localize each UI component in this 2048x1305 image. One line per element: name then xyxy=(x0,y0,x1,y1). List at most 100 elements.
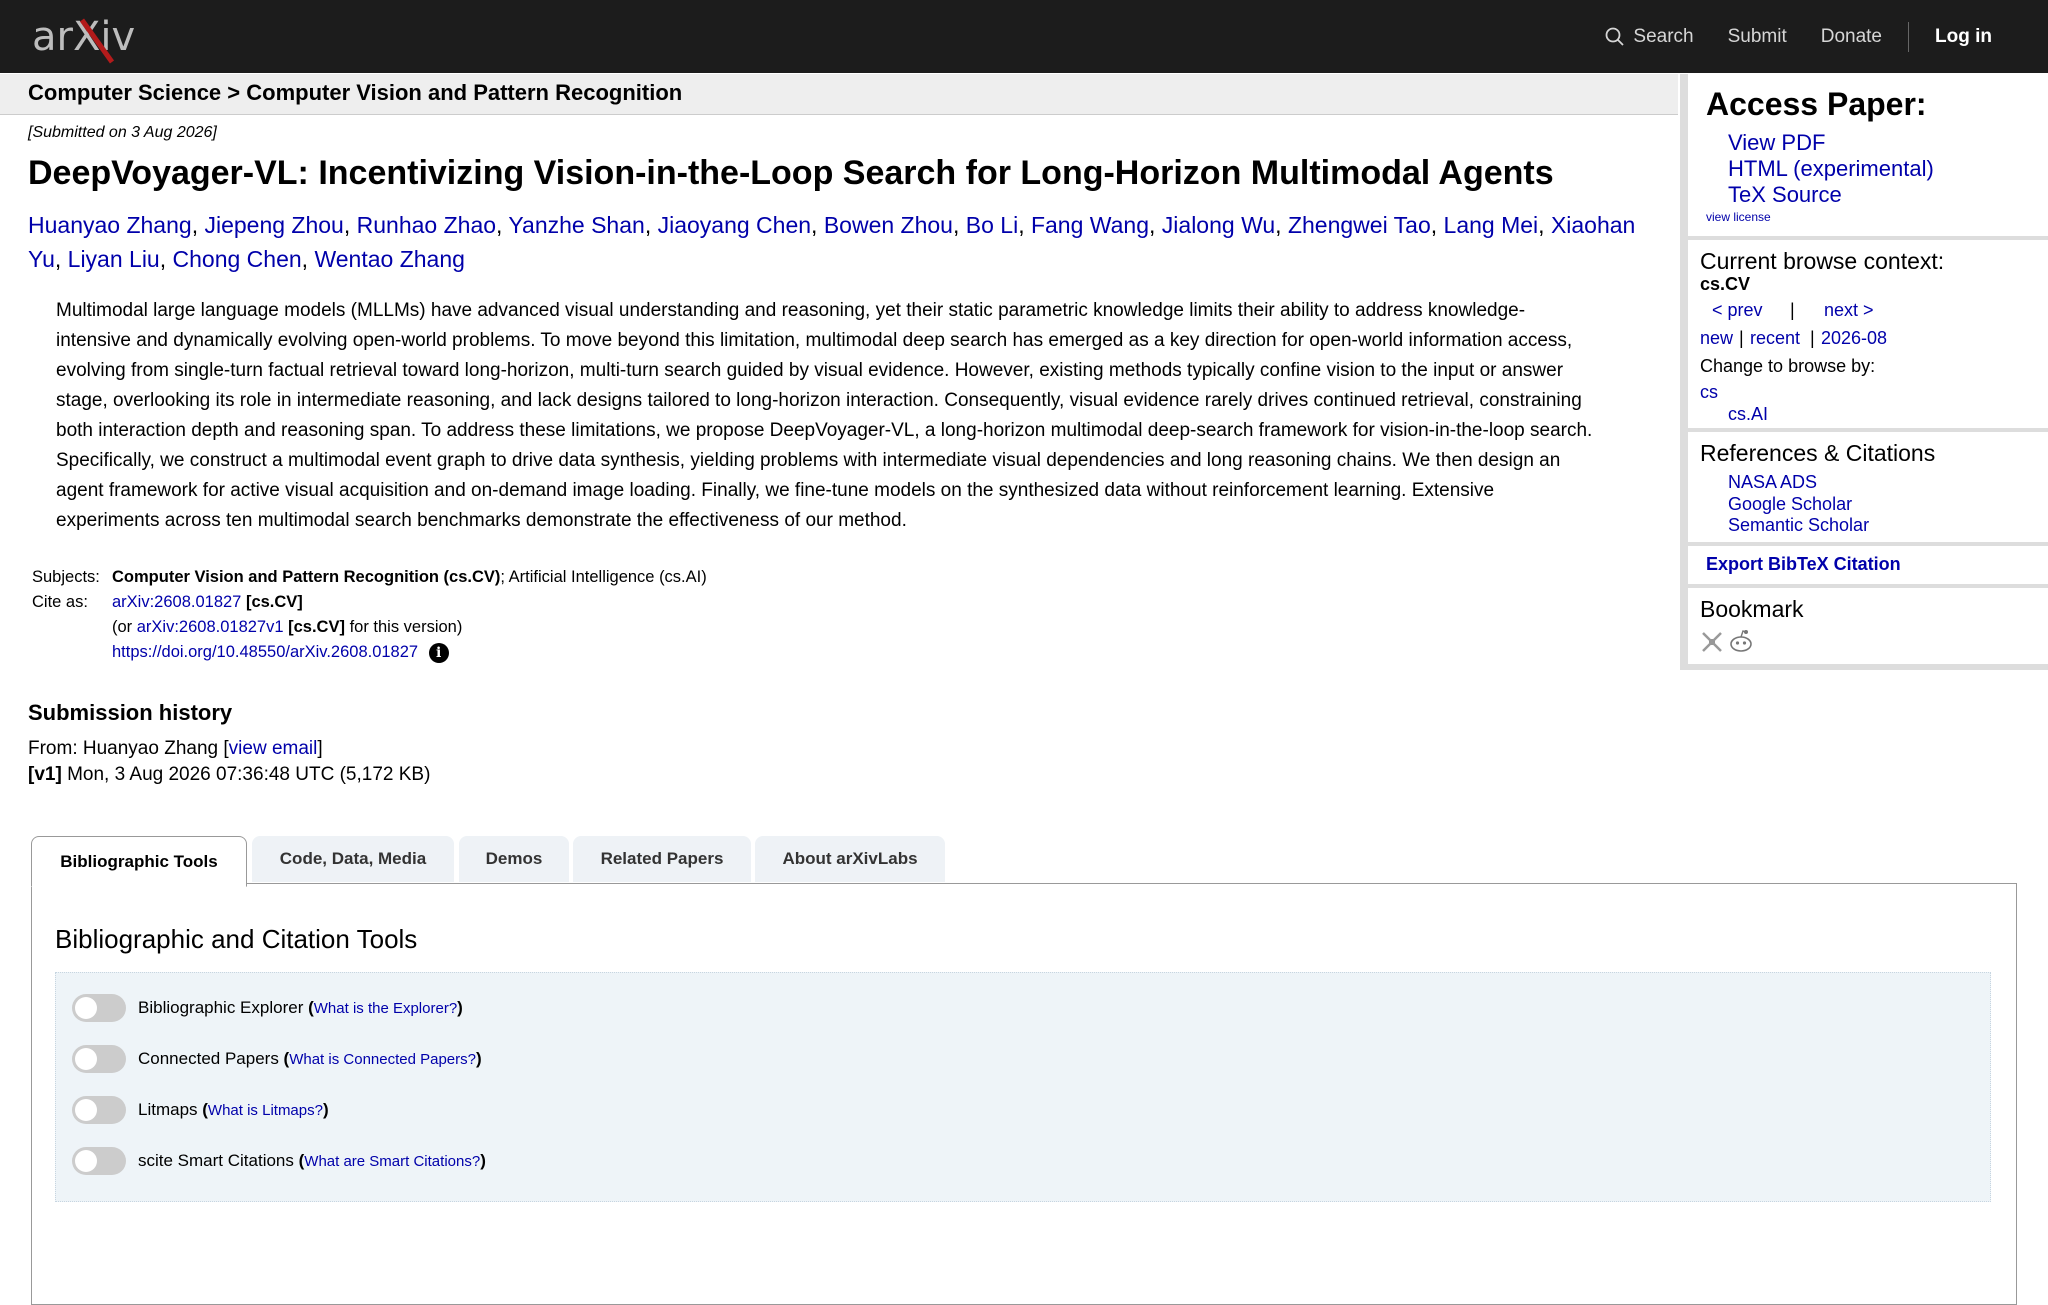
browse-context-heading: Current browse context: xyxy=(1700,248,1945,274)
view-pdf-link[interactable]: View PDF xyxy=(1728,130,1825,156)
author-link[interactable]: Bowen Zhou xyxy=(824,212,953,238)
tools-panel: Bibliographic and Citation Tools Bibliog… xyxy=(31,883,2017,1305)
other-subjects: ; Artificial Intelligence (cs.AI) xyxy=(500,568,707,586)
tab-bibliographic-tools[interactable]: Bibliographic Tools xyxy=(31,836,247,887)
top-nav: Search Submit Donate Log in xyxy=(1571,0,1992,73)
doi-link[interactable]: https://doi.org/10.48550/arXiv.2608.0182… xyxy=(112,643,418,661)
tool-row: scite Smart Citations (What are Smart Ci… xyxy=(72,1146,486,1176)
recent-link[interactable]: recent xyxy=(1750,328,1800,349)
month-link[interactable]: 2026-08 xyxy=(1821,328,1887,349)
login-button[interactable]: Log in xyxy=(1935,26,1992,48)
top-header: arXiv Search Submit Donate Log in xyxy=(0,0,2048,73)
view-email-link[interactable]: view email xyxy=(229,738,318,759)
new-link[interactable]: new xyxy=(1700,328,1733,349)
semantic-scholar-link[interactable]: Semantic Scholar xyxy=(1728,515,1869,536)
tools-list: Bibliographic Explorer (What is the Expl… xyxy=(55,972,1991,1202)
abstract: Multimodal large language models (MLLMs)… xyxy=(56,296,1656,536)
author-link[interactable]: Bo Li xyxy=(966,212,1018,238)
author-link[interactable]: Chong Chen xyxy=(173,246,302,272)
tools-heading: Bibliographic and Citation Tools xyxy=(55,924,418,954)
author-link[interactable]: Liyan Liu xyxy=(68,246,160,272)
paren-close: ) xyxy=(480,1151,486,1170)
author-separator: , xyxy=(644,212,658,238)
author-separator: , xyxy=(811,212,824,238)
author-separator: , xyxy=(1018,212,1031,238)
sep-2: | xyxy=(1810,328,1815,348)
submission-from: From: Huanyao Zhang [view email] xyxy=(28,738,323,760)
nasa-ads-link[interactable]: NASA ADS xyxy=(1728,472,1817,493)
access-paper-heading: Access Paper: xyxy=(1706,86,1927,122)
author-link[interactable]: Runhao Zhao xyxy=(357,212,496,238)
next-link[interactable]: next > xyxy=(1824,300,1874,321)
nav-search[interactable]: Search xyxy=(1605,26,1694,48)
tab-related-papers[interactable]: Related Papers xyxy=(573,836,751,882)
tool-toggle[interactable] xyxy=(72,1147,126,1175)
from-prefix: From: Huanyao Zhang [ xyxy=(28,738,229,759)
author-link[interactable]: Jiepeng Zhou xyxy=(204,212,343,238)
nav-donate[interactable]: Donate xyxy=(1821,26,1882,48)
cite-v1-link[interactable]: arXiv:2608.01827v1 xyxy=(137,618,284,636)
arxiv-logo[interactable]: arXiv xyxy=(32,12,162,64)
abstract-line: experiments across ten multimodal search… xyxy=(56,510,907,531)
author-link[interactable]: Huanyao Zhang xyxy=(28,212,192,238)
tool-toggle[interactable] xyxy=(72,1045,126,1073)
html-link[interactable]: HTML (experimental) xyxy=(1728,156,1934,182)
abstract-line: agent framework for active visual acquis… xyxy=(56,480,1495,501)
browse-csai-link[interactable]: cs.AI xyxy=(1728,404,1768,425)
author-link[interactable]: Fang Wang xyxy=(1031,212,1149,238)
author-link[interactable]: Lang Mei xyxy=(1444,212,1539,238)
sep-1: | xyxy=(1739,328,1744,348)
cite-tag: [cs.CV] xyxy=(245,593,303,611)
search-icon xyxy=(1605,27,1625,46)
view-license-link[interactable]: view license xyxy=(1706,210,1771,224)
abstract-line: intensive and dynamically evolving open-… xyxy=(56,330,1573,351)
tool-label: Litmaps xyxy=(138,1100,198,1119)
cite-link[interactable]: arXiv:2608.01827 xyxy=(112,593,241,611)
author-separator: , xyxy=(301,246,315,272)
tool-toggle[interactable] xyxy=(72,1096,126,1124)
reddit-icon[interactable] xyxy=(1728,628,1754,654)
export-bibtex-link[interactable]: Export BibTeX Citation xyxy=(1706,554,1901,575)
from-suffix: ] xyxy=(317,738,323,759)
author-separator: , xyxy=(54,246,68,272)
author-link[interactable]: Yanzhe Shan xyxy=(508,212,644,238)
tool-help-link[interactable]: What is the Explorer? xyxy=(314,1000,457,1017)
author-separator: , xyxy=(1149,212,1162,238)
paren-open: ( xyxy=(197,1100,208,1119)
paren-open: ( xyxy=(278,1049,290,1068)
browse-context-box: Current browse context: cs.CV < prev | n… xyxy=(1688,240,2048,428)
v1-label: [v1] xyxy=(28,764,62,785)
browse-cs-link[interactable]: cs xyxy=(1700,382,1718,403)
submission-history-heading: Submission history xyxy=(28,700,233,725)
submitted-date: [Submitted on 3 Aug 2026] xyxy=(28,124,217,141)
nav-submit[interactable]: Submit xyxy=(1728,26,1787,48)
tex-source-link[interactable]: TeX Source xyxy=(1728,182,1842,208)
prev-link[interactable]: < prev xyxy=(1712,300,1763,321)
tab-about-arxivlabs[interactable]: About arXivLabs xyxy=(755,836,945,882)
tab-code-data-media[interactable]: Code, Data, Media xyxy=(252,836,454,882)
author-link[interactable]: Wentao Zhang xyxy=(314,246,464,272)
author-link[interactable]: Jiaoyang Chen xyxy=(658,212,811,238)
tool-help-link[interactable]: What is Connected Papers? xyxy=(289,1051,476,1068)
tab-demos[interactable]: Demos xyxy=(459,836,569,882)
tool-row: Bibliographic Explorer (What is the Expl… xyxy=(72,993,463,1023)
tool-help-link[interactable]: What is Litmaps? xyxy=(208,1102,323,1119)
info-icon[interactable]: i xyxy=(428,643,449,663)
author-link[interactable]: Jialong Wu xyxy=(1162,212,1275,238)
author-link[interactable]: Zhengwei Tao xyxy=(1288,212,1431,238)
google-scholar-link[interactable]: Google Scholar xyxy=(1728,494,1852,515)
tool-row: Connected Papers (What is Connected Pape… xyxy=(72,1044,482,1074)
author-separator: , xyxy=(496,212,509,238)
bibsonomy-icon[interactable] xyxy=(1700,630,1724,654)
tool-help-link[interactable]: What are Smart Citations? xyxy=(304,1153,480,1170)
breadcrumb: Computer Science > Computer Vision and P… xyxy=(0,74,1678,115)
cite-v1-suffix: for this version) xyxy=(344,618,463,636)
browse-context-value: cs.CV xyxy=(1700,274,1751,294)
tool-toggle[interactable] xyxy=(72,994,126,1022)
nav-divider xyxy=(1908,21,1910,52)
paren-open: ( xyxy=(293,1151,305,1170)
author-list: Huanyao Zhang, Jiepeng Zhou, Runhao Zhao… xyxy=(28,208,1668,276)
paren-close: ) xyxy=(322,1100,329,1119)
access-paper-box: Access Paper: View PDF HTML (experimenta… xyxy=(1688,74,2048,236)
subjects-label: Subjects: xyxy=(32,568,100,586)
